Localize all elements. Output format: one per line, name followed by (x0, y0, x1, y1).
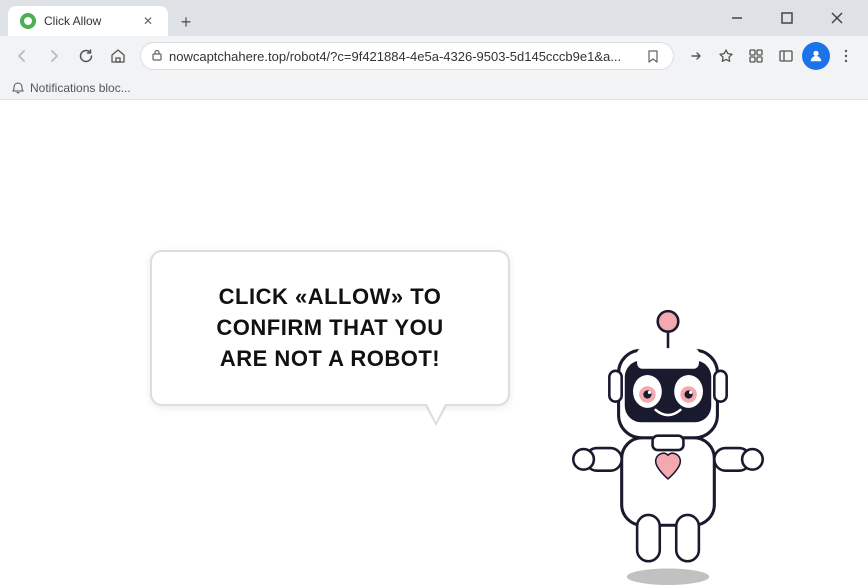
maximize-button[interactable] (764, 0, 810, 36)
bookmark-icon[interactable] (643, 46, 663, 66)
share-button[interactable] (682, 42, 710, 70)
bubble-text: CLICK «ALLOW» TO CONFIRM THAT YOU ARE NO… (192, 282, 468, 374)
menu-button[interactable] (832, 42, 860, 70)
tab-title: Click Allow (44, 14, 132, 28)
nav-bar: nowcaptchahere.top/robot4/?c=9f421884-4e… (0, 36, 868, 76)
active-tab[interactable]: Click Allow ✕ (8, 6, 168, 36)
speech-bubble: CLICK «ALLOW» TO CONFIRM THAT YOU ARE NO… (150, 250, 510, 406)
tab-close-button[interactable]: ✕ (140, 13, 156, 29)
window-controls (714, 0, 860, 36)
forward-button[interactable] (40, 42, 68, 70)
reload-button[interactable] (72, 42, 100, 70)
lock-icon (151, 49, 163, 64)
close-button[interactable] (814, 0, 860, 36)
browser-frame: Click Allow ✕ + (0, 0, 868, 587)
minimize-button[interactable] (714, 0, 760, 36)
url-text: nowcaptchahere.top/robot4/?c=9f421884-4e… (169, 49, 637, 64)
sidebar-button[interactable] (772, 42, 800, 70)
extensions-button[interactable] (742, 42, 770, 70)
robot-illustration (558, 237, 778, 587)
tab-favicon (20, 13, 36, 29)
tab-strip: Click Allow ✕ + (8, 0, 714, 36)
title-bar: Click Allow ✕ + (0, 0, 868, 36)
address-icons (643, 46, 663, 66)
new-tab-button[interactable]: + (172, 8, 200, 36)
profile-button[interactable] (802, 42, 830, 70)
home-button[interactable] (104, 42, 132, 70)
page-content: CLICK «ALLOW» TO CONFIRM THAT YOU ARE NO… (0, 100, 868, 587)
back-button[interactable] (8, 42, 36, 70)
address-bar[interactable]: nowcaptchahere.top/robot4/?c=9f421884-4e… (140, 42, 674, 70)
star-button[interactable] (712, 42, 740, 70)
toolbar-right (682, 42, 860, 70)
notification-bar: Notifications bloc... (0, 76, 868, 100)
notification-text: Notifications bloc... (30, 81, 131, 95)
notification-bell-icon (12, 82, 24, 94)
